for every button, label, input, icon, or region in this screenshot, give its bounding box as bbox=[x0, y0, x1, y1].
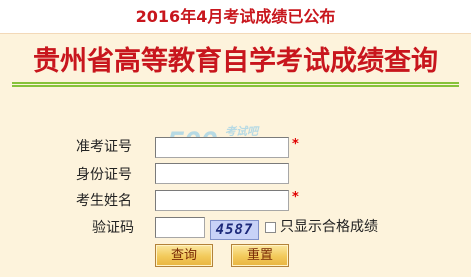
candidate-name-input[interactable] bbox=[155, 190, 289, 211]
captcha-input[interactable] bbox=[155, 217, 205, 238]
page-title: 贵州省高等教育自学考试成绩查询 bbox=[33, 46, 438, 77]
pass-only-checkbox[interactable] bbox=[265, 222, 276, 233]
name-required-mark: * bbox=[292, 190, 299, 205]
query-button[interactable]: 查询 bbox=[155, 244, 213, 267]
pass-only-label[interactable]: 只显示合格成绩 bbox=[280, 217, 378, 237]
captcha-image[interactable]: 4587 bbox=[210, 220, 259, 240]
exam-id-label: 准考证号 bbox=[76, 139, 132, 155]
title-divider bbox=[12, 82, 459, 87]
captcha-label: 验证码 bbox=[92, 220, 134, 236]
id-card-input[interactable] bbox=[155, 163, 289, 184]
reset-button[interactable]: 重置 bbox=[231, 244, 289, 267]
id-card-label: 身份证号 bbox=[76, 167, 132, 183]
announcement-banner: 2016年4月考试成绩已公布 bbox=[0, 0, 471, 34]
candidate-name-label: 考生姓名 bbox=[76, 193, 132, 209]
exam-id-required-mark: * bbox=[292, 137, 299, 152]
exam-id-input[interactable] bbox=[155, 137, 289, 158]
